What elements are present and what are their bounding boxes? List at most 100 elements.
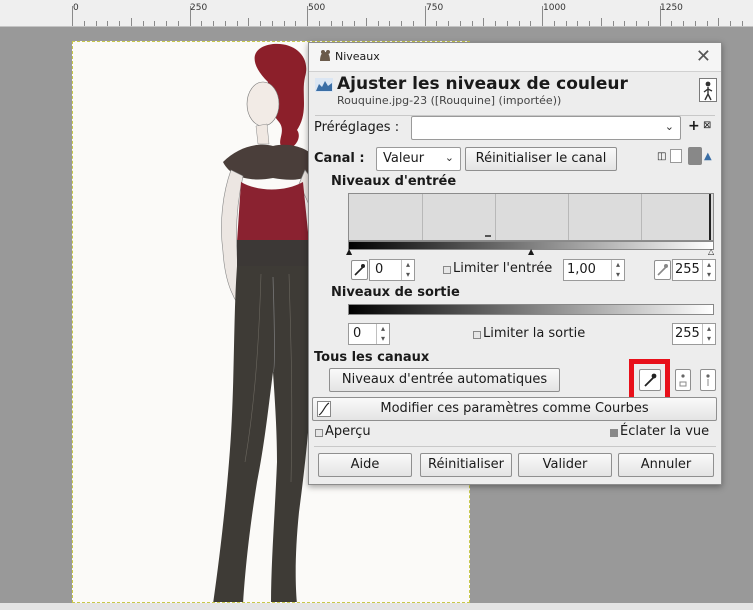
grid-line xyxy=(568,194,569,240)
pick-color-icon[interactable]: ▲ xyxy=(704,151,712,162)
auto-input-levels-button[interactable]: Niveaux d'entrée automatiques xyxy=(329,368,560,392)
close-icon[interactable]: ✕ xyxy=(696,46,711,67)
ruler-tick xyxy=(577,21,578,26)
ruler-tick xyxy=(190,6,191,26)
spin-arrows-icon[interactable]: ▴ ▾ xyxy=(611,260,624,280)
channel-combo[interactable]: Valeur ⌄ xyxy=(376,147,461,171)
ruler-tick xyxy=(495,21,496,26)
dialog-titlebar[interactable]: Niveaux ✕ xyxy=(309,43,721,72)
ruler-tick xyxy=(425,6,426,26)
ruler-tick xyxy=(178,21,179,26)
gamma-handle[interactable]: ▲ xyxy=(528,247,534,256)
image-name: Rouquine.jpg-23 ([Rouquine] (importée)) xyxy=(337,94,562,107)
person-icon[interactable] xyxy=(699,78,717,102)
gimp-wilber-icon xyxy=(320,50,330,61)
histogram[interactable] xyxy=(348,193,714,241)
gray-point-picker-icon[interactable] xyxy=(654,260,671,280)
limit-output-checkbox[interactable] xyxy=(473,331,481,339)
black-point-picker-icon[interactable] xyxy=(351,260,368,280)
ruler-tick xyxy=(260,21,261,26)
ruler-tick xyxy=(519,21,520,26)
ruler-tick xyxy=(542,6,543,26)
split-view-label: Éclater la vue xyxy=(620,424,710,439)
white-point-picker-icon[interactable] xyxy=(700,369,716,391)
grid-line xyxy=(641,194,642,240)
ruler-tick xyxy=(707,21,708,26)
ruler-label: 250 xyxy=(190,3,208,13)
ruler-tick xyxy=(378,21,379,26)
ruler-tick xyxy=(96,21,97,26)
edit-as-curves-label: Modifier ces paramètres comme Courbes xyxy=(380,401,649,416)
input-low-spinner[interactable]: 0 ▴ ▾ xyxy=(369,259,415,281)
ruler-tick xyxy=(613,21,614,26)
ruler-tick xyxy=(201,21,202,26)
ruler-tick xyxy=(695,21,696,26)
levels-icon xyxy=(315,78,333,92)
spin-arrows-icon[interactable]: ▴ ▾ xyxy=(376,324,389,344)
limit-input-label: Limiter l'entrée xyxy=(453,261,553,276)
ruler-tick xyxy=(295,21,296,26)
output-levels-label: Niveaux de sortie xyxy=(331,285,460,300)
preview-checkbox[interactable] xyxy=(315,429,323,437)
cancel-button[interactable]: Annuler xyxy=(618,453,714,477)
dialog-header: Ajuster les niveaux de couleur Rouquine.… xyxy=(315,74,717,112)
ruler-tick xyxy=(143,21,144,26)
ruler-tick xyxy=(119,21,120,26)
ruler-tick xyxy=(648,21,649,26)
ok-button[interactable]: Valider xyxy=(518,453,612,477)
histogram-peak xyxy=(709,194,711,240)
ruler-label: 1250 xyxy=(660,3,683,13)
ruler-label: 750 xyxy=(426,3,444,13)
log-histogram-icon[interactable] xyxy=(688,147,702,165)
ruler-tick xyxy=(401,21,402,26)
separator xyxy=(314,446,716,447)
split-view-checkbox[interactable] xyxy=(610,429,618,437)
ruler-tick xyxy=(483,18,484,26)
gray-point-picker-icon[interactable] xyxy=(675,369,691,391)
preview-label: Aperçu xyxy=(325,424,371,439)
ruler-tick xyxy=(237,21,238,26)
output-high-spinner[interactable]: 255 ▴ ▾ xyxy=(672,323,716,345)
reset-button[interactable]: Réinitialiser xyxy=(420,453,512,477)
ruler-tick xyxy=(636,21,637,26)
add-preset-icon[interactable]: + xyxy=(688,118,700,134)
input-low-value: 0 xyxy=(375,262,384,277)
ruler-tick xyxy=(472,21,473,26)
ruler-tick xyxy=(72,6,73,26)
ruler-tick xyxy=(660,6,661,26)
ruler-tick xyxy=(154,21,155,26)
output-gradient[interactable] xyxy=(348,304,714,315)
preset-menu-icon[interactable]: ⊠ xyxy=(703,120,711,131)
white-point-handle[interactable]: △ xyxy=(708,247,714,256)
presets-combo[interactable]: ⌄ xyxy=(411,116,681,140)
edit-as-curves-button[interactable]: Modifier ces paramètres comme Courbes xyxy=(312,397,717,421)
limit-input-checkbox[interactable] xyxy=(443,266,451,274)
linear-histogram-icon[interactable]: ◫ xyxy=(657,151,666,162)
ruler-tick xyxy=(366,18,367,26)
curves-icon xyxy=(317,401,331,417)
output-low-spinner[interactable]: 0 ▴ ▾ xyxy=(348,323,390,345)
ruler-tick xyxy=(448,21,449,26)
horizontal-ruler[interactable]: 0 250 500 750 1000 1250 xyxy=(0,0,753,27)
input-high-spinner[interactable]: 255 ▴ ▾ xyxy=(672,259,716,281)
black-point-handle[interactable]: ▲ xyxy=(346,247,352,256)
gamma-spinner[interactable]: 1,00 ▴ ▾ xyxy=(563,259,625,281)
spin-arrows-icon[interactable]: ▴ ▾ xyxy=(702,260,715,280)
input-levels-label: Niveaux d'entrée xyxy=(331,174,457,189)
ruler-tick xyxy=(413,21,414,26)
ruler-tick xyxy=(225,21,226,26)
ruler-tick xyxy=(319,21,320,26)
ruler-tick xyxy=(248,18,249,26)
ruler-tick xyxy=(307,6,308,26)
gamma-value: 1,00 xyxy=(567,262,596,277)
ruler-tick xyxy=(718,18,719,26)
spin-arrows-icon[interactable]: ▴ ▾ xyxy=(401,260,414,280)
all-channels-label: Tous les canaux xyxy=(314,350,430,365)
help-button[interactable]: Aide xyxy=(318,453,412,477)
ruler-tick xyxy=(589,21,590,26)
chevron-down-icon: ⌄ xyxy=(664,120,674,133)
histogram-scale-icon[interactable] xyxy=(670,149,682,163)
spin-arrows-icon[interactable]: ▴ ▾ xyxy=(702,324,715,344)
reset-channel-button[interactable]: Réinitialiser le canal xyxy=(465,147,617,171)
grid-line xyxy=(422,194,423,240)
